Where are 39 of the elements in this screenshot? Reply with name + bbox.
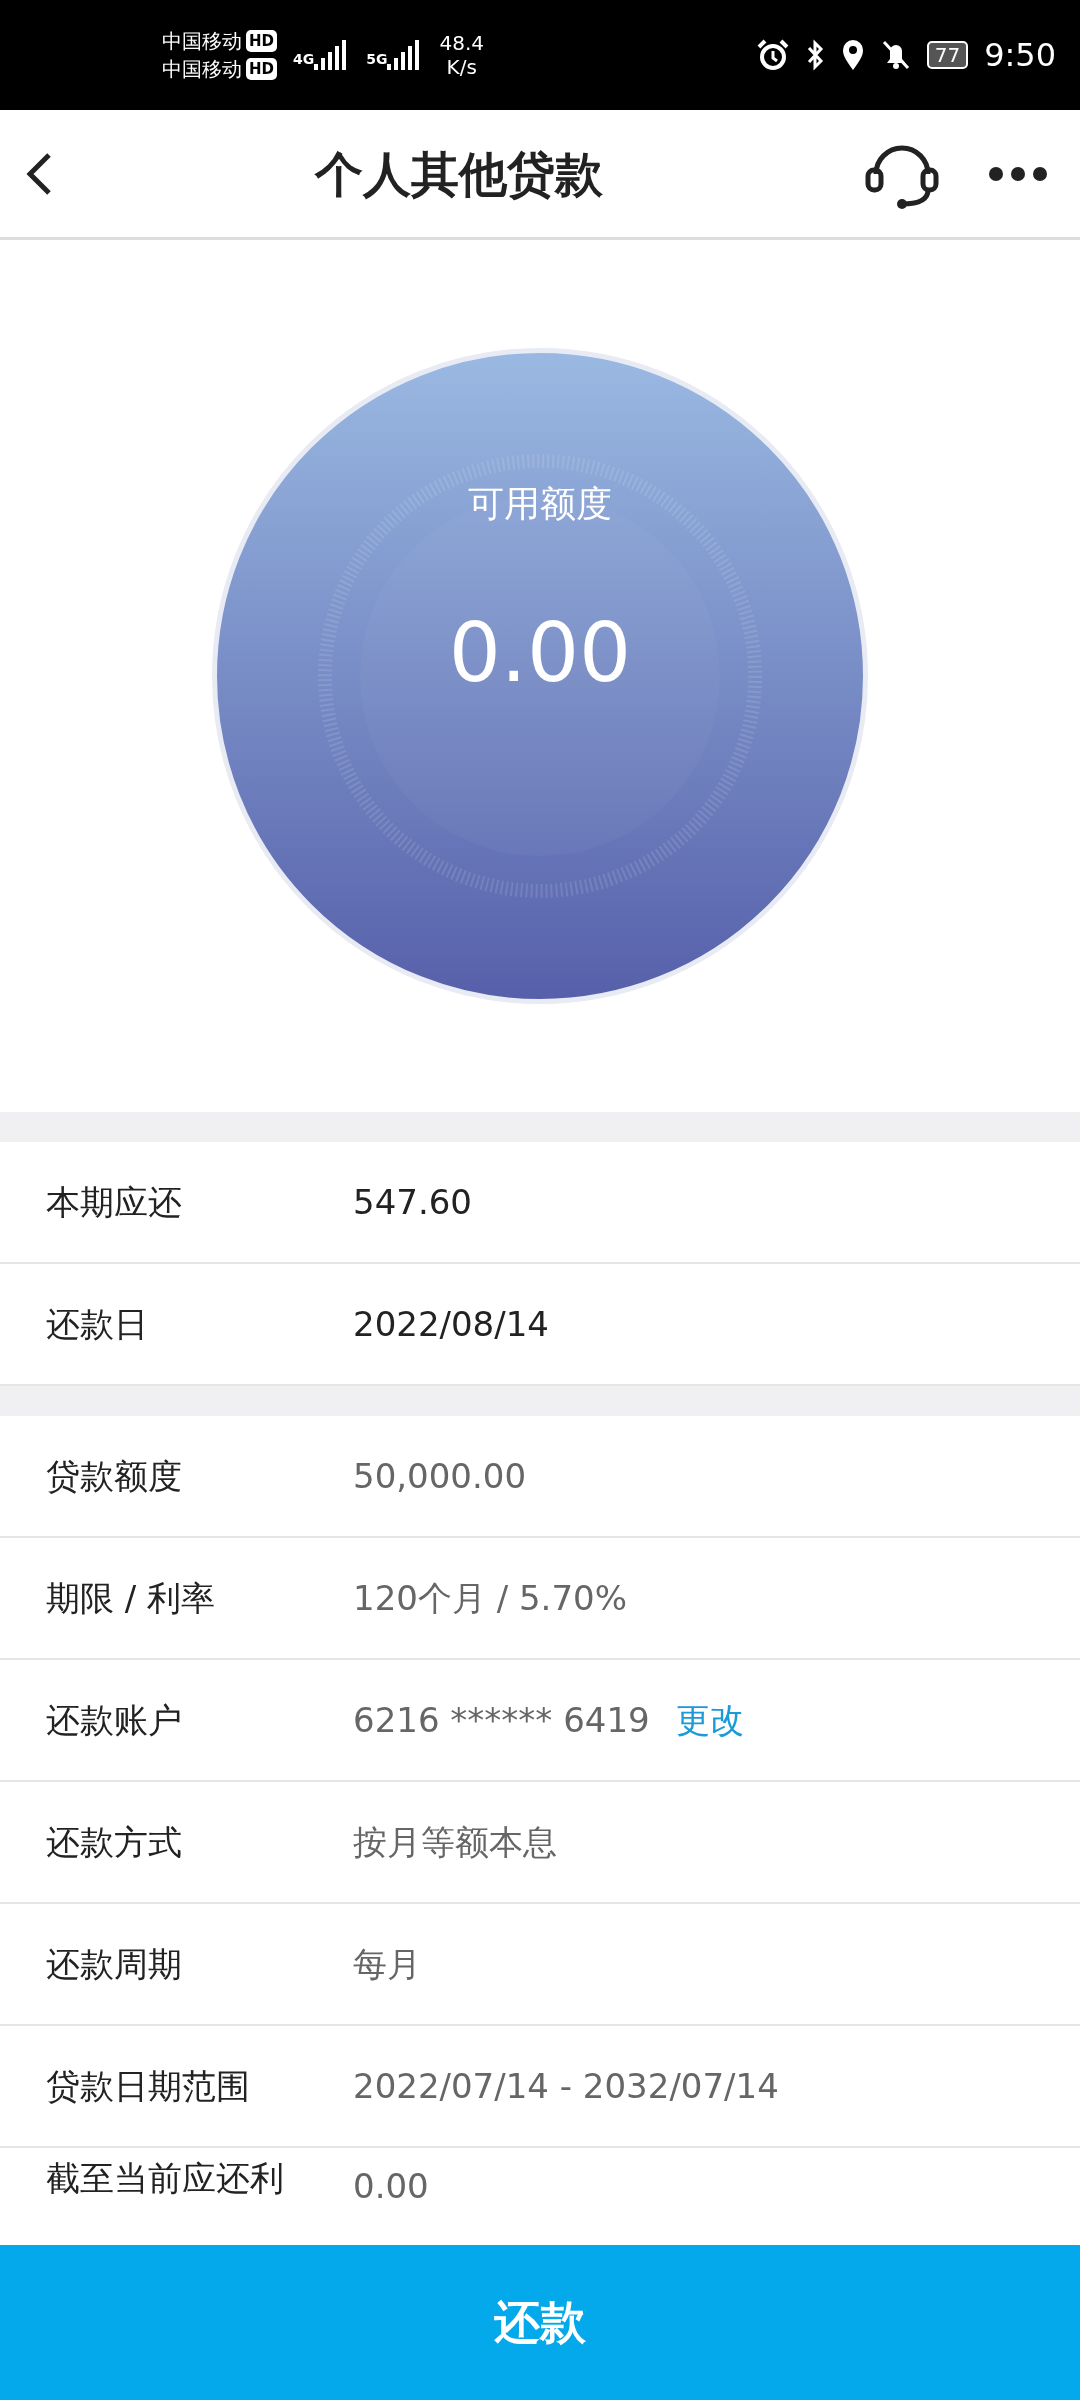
- mute-bell-icon: [880, 39, 911, 71]
- row-value: 每月: [353, 1942, 421, 1986]
- row-value: 0.00: [353, 2165, 429, 2208]
- network-type: 4G: [293, 50, 315, 69]
- alarm-icon: [756, 39, 789, 71]
- back-button[interactable]: [24, 151, 54, 196]
- clock-time: 9:50: [984, 35, 1056, 76]
- row-label: 期限 / 利率: [46, 1576, 217, 1620]
- row-label: 还款方式: [46, 1820, 183, 1864]
- row-label: 还款账户: [46, 1698, 183, 1742]
- row-label: 贷款日期范围: [46, 2064, 251, 2108]
- repay-button[interactable]: 还款: [0, 2245, 1080, 2400]
- row-value: 2022/08/14: [353, 1302, 549, 1346]
- hd-badge: HD: [246, 29, 277, 53]
- carrier-name: 中国移动: [162, 56, 242, 83]
- back-icon: [24, 151, 54, 196]
- change-link[interactable]: 更改: [675, 1694, 744, 1746]
- row-label: 贷款额度: [46, 1454, 183, 1498]
- credit-amount: 0.00: [448, 604, 632, 702]
- row-value: 按月等额本息: [353, 1820, 557, 1864]
- row-label: 截至当前应还利: [46, 2157, 285, 2200]
- network-type: 5G: [366, 50, 388, 69]
- row-value: 547.60: [353, 1180, 472, 1224]
- hd-badge: HD: [246, 57, 277, 81]
- page-title: 个人其他贷款: [315, 145, 603, 202]
- row-value: 50,000.00: [353, 1454, 527, 1498]
- speed-unit: K/s: [445, 55, 478, 79]
- location-icon: [840, 39, 865, 71]
- row-label: 还款日: [46, 1302, 149, 1346]
- row-value: 2022/07/14 - 2032/07/14: [353, 2064, 779, 2108]
- row-value: 6216 ****** 6419: [353, 1698, 650, 1742]
- carrier-name: 中国移动: [162, 28, 242, 55]
- row-label: 本期应还: [46, 1180, 183, 1224]
- credit-label: 可用额度: [468, 482, 612, 526]
- row-label: 还款周期: [46, 1942, 183, 1986]
- row-value: 120个月 / 5.70%: [353, 1576, 627, 1620]
- network-speed: 48.4: [439, 31, 484, 55]
- battery-level: 77: [926, 41, 969, 69]
- more-icon: [988, 166, 1048, 182]
